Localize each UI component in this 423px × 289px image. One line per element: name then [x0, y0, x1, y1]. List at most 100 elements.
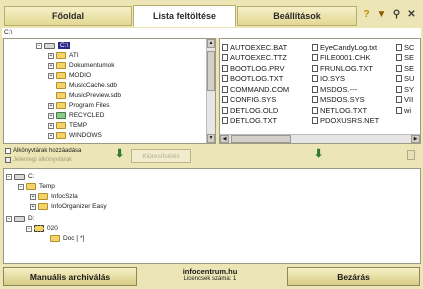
- file-name: SE: [404, 63, 415, 73]
- list-item[interactable]: SY: [396, 84, 414, 95]
- collapse-icon[interactable]: −: [6, 173, 12, 180]
- tab-home[interactable]: Főoldal: [4, 6, 132, 26]
- list-item[interactable]: VII: [396, 95, 414, 106]
- file-icon: [396, 85, 402, 93]
- checkbox-label: Alkönyvtárak hozzáadása: [13, 148, 82, 154]
- list-item[interactable]: SC: [396, 42, 414, 53]
- selected-subfolders-checkbox[interactable]: Jelenlegi alkönyvtárak: [5, 157, 72, 163]
- collapse-icon[interactable]: −: [36, 42, 42, 49]
- expand-icon[interactable]: +: [48, 62, 54, 69]
- tree-drive-d[interactable]: − D:: [6, 214, 35, 223]
- folder-icon: [50, 235, 60, 242]
- scroll-left-icon[interactable]: ◀: [220, 135, 229, 143]
- add-subfolders-checkbox[interactable]: Alkönyvtárak hozzáadása: [5, 148, 81, 154]
- list-item[interactable]: AUTOEXEC.TTZ: [222, 53, 289, 64]
- scroll-thumb[interactable]: [207, 51, 215, 91]
- add-down-arrow-icon[interactable]: ⬇: [115, 147, 124, 160]
- list-item[interactable]: PDOXUSRS.NET: [312, 116, 379, 127]
- tree-folder[interactable]: − 020: [26, 224, 58, 233]
- expand-icon[interactable]: +: [48, 122, 54, 129]
- scroll-right-icon[interactable]: ▶: [411, 135, 420, 143]
- tree-folder[interactable]: + TEMP: [48, 121, 87, 130]
- move-down-arrow-icon[interactable]: ⬇: [314, 147, 323, 160]
- folder-icon: [56, 82, 66, 89]
- tree-folder[interactable]: + RECYCLED: [48, 111, 104, 120]
- expand-icon[interactable]: +: [30, 193, 36, 200]
- list-item[interactable]: DETLOG.OLD: [222, 105, 289, 116]
- folder-icon: [56, 132, 66, 139]
- list-item[interactable]: COMMAND.COM: [222, 84, 289, 95]
- collapse-icon[interactable]: −: [18, 183, 24, 190]
- tab-bar: Főoldal Lista feltöltése Beállítások ? ▼…: [2, 4, 421, 28]
- list-item[interactable]: AUTOEXEC.BAT: [222, 42, 289, 53]
- folder-icon: [56, 62, 66, 69]
- tree-folder[interactable]: + Dokumentumok: [48, 61, 115, 70]
- selected-folders-tree[interactable]: − C: − Temp + InfocSzla + InfoOrganizer Easy…: [3, 168, 421, 264]
- tab-settings[interactable]: Beállítások: [237, 6, 357, 26]
- file-column-1: AUTOEXEC.BAT AUTOEXEC.TTZ BOOTLOG.PRV BO…: [222, 42, 289, 126]
- tree-folder[interactable]: MusicCache.sdb: [56, 81, 117, 90]
- tree-folder[interactable]: + InfocSzla: [30, 192, 78, 201]
- pin-icon[interactable]: ▼: [376, 9, 387, 20]
- tree-folder[interactable]: MusicPreview.sdb: [56, 91, 121, 100]
- delete-all-button[interactable]: Kiüresítsélés: [131, 149, 191, 163]
- tree-vertical-scrollbar[interactable]: ▲ ▼: [206, 39, 215, 143]
- tree-folder[interactable]: + InfoOrganizer Easy: [30, 202, 107, 211]
- tree-folder[interactable]: + Program Files: [48, 101, 109, 110]
- scroll-down-icon[interactable]: ▼: [207, 134, 215, 143]
- tree-folder[interactable]: Doc [ *]: [50, 234, 84, 243]
- help-icon[interactable]: ?: [361, 9, 372, 20]
- list-item[interactable]: DETLOG.TXT: [222, 116, 289, 127]
- list-item[interactable]: IO.SYS: [312, 74, 379, 85]
- tree-drive-c[interactable]: − C:\: [36, 41, 71, 50]
- tree-folder[interactable]: + WINDOWS: [48, 131, 102, 140]
- list-item[interactable]: FILE0001.CHK: [312, 53, 379, 64]
- scroll-thumb[interactable]: [231, 135, 291, 143]
- file-list-horizontal-scrollbar[interactable]: ◀ ▶: [220, 134, 420, 143]
- list-item[interactable]: SE: [396, 63, 414, 74]
- tab-upload-list[interactable]: Lista feltöltése: [133, 5, 236, 27]
- expand-icon[interactable]: +: [48, 72, 54, 79]
- tree-folder[interactable]: + MODIO: [48, 71, 91, 80]
- file-icon: [312, 43, 318, 51]
- file-name: COMMAND.COM: [230, 84, 290, 94]
- folder-tree-pane[interactable]: − C:\ + ATI + Dokumentumok + MODIO MusicCac…: [3, 38, 216, 144]
- list-item[interactable]: MSDOS.---: [312, 84, 379, 95]
- close-icon[interactable]: ✕: [406, 9, 417, 20]
- list-item[interactable]: BOOTLOG.PRV: [222, 63, 289, 74]
- file-icon: [396, 54, 402, 62]
- app-window: Főoldal Lista feltöltése Beállítások ? ▼…: [0, 0, 423, 289]
- current-path: C:\: [2, 28, 421, 38]
- tree-drive-c[interactable]: − C:: [6, 172, 35, 181]
- file-name: EyeCandyLog.txt: [320, 42, 378, 52]
- expand-icon[interactable]: +: [48, 112, 54, 119]
- list-item[interactable]: wi: [396, 105, 414, 116]
- expand-icon[interactable]: +: [30, 203, 36, 210]
- checkbox-box[interactable]: [5, 148, 11, 154]
- folder-label: Dokumentumok: [69, 62, 115, 69]
- manual-archive-button[interactable]: Manuális archiválás: [3, 267, 137, 286]
- expand-icon[interactable]: +: [48, 52, 54, 59]
- tree-folder[interactable]: + ATI: [48, 51, 79, 60]
- expand-icon[interactable]: +: [48, 102, 54, 109]
- tree-folder[interactable]: − Temp: [18, 182, 55, 191]
- list-item[interactable]: SE: [396, 53, 414, 64]
- expand-icon[interactable]: +: [48, 132, 54, 139]
- list-item[interactable]: SU: [396, 74, 414, 85]
- list-item[interactable]: FRUNLOG.TXT: [312, 63, 379, 74]
- close-button[interactable]: Bezárás: [287, 267, 420, 286]
- trash-icon[interactable]: [407, 150, 415, 160]
- checkbox-box[interactable]: [5, 157, 11, 163]
- collapse-icon[interactable]: −: [6, 215, 12, 222]
- list-item[interactable]: CONFIG.SYS: [222, 95, 289, 106]
- zoom-icon[interactable]: ⚲: [391, 9, 402, 20]
- list-item[interactable]: MSDOS.SYS: [312, 95, 379, 106]
- scroll-up-icon[interactable]: ▲: [207, 39, 215, 48]
- file-icon: [222, 43, 228, 51]
- brand-name: infocentrum.hu: [182, 267, 238, 276]
- list-item[interactable]: EyeCandyLog.txt: [312, 42, 379, 53]
- list-item[interactable]: BOOTLOG.TXT: [222, 74, 289, 85]
- file-list-pane[interactable]: AUTOEXEC.BAT AUTOEXEC.TTZ BOOTLOG.PRV BO…: [219, 38, 421, 144]
- collapse-icon[interactable]: −: [26, 225, 32, 232]
- list-item[interactable]: NETLOG.TXT: [312, 105, 379, 116]
